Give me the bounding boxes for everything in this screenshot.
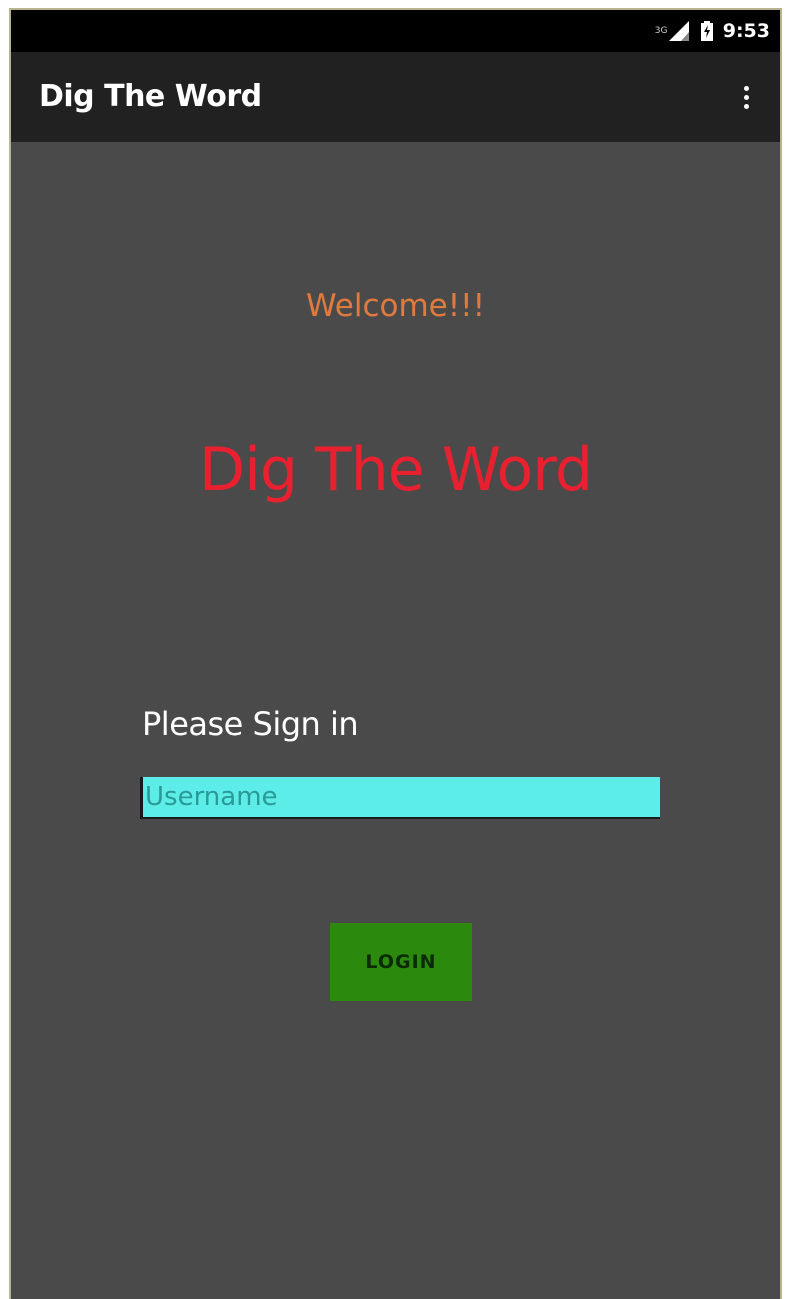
app-screen: 3G 9:53 Dig The Word Welcome!!! Dig The …: [9, 8, 782, 1299]
username-input[interactable]: [140, 777, 660, 819]
network-type-label: 3G: [654, 26, 668, 36]
more-vert-icon[interactable]: [726, 77, 766, 117]
app-bar: Dig The Word: [11, 52, 780, 142]
game-title: Dig The Word: [199, 435, 593, 505]
login-button[interactable]: LOGIN: [330, 923, 472, 1001]
battery-charging-icon: [700, 21, 713, 41]
welcome-text: Welcome!!!: [305, 288, 486, 324]
app-bar-title: Dig The Word: [39, 79, 262, 114]
signal-icon: 3G: [655, 20, 691, 42]
status-icons: 3G 9:53: [655, 10, 770, 52]
sign-in-label: Please Sign in: [142, 705, 359, 743]
status-bar: 3G 9:53: [11, 10, 780, 52]
status-clock: 9:53: [722, 20, 770, 42]
